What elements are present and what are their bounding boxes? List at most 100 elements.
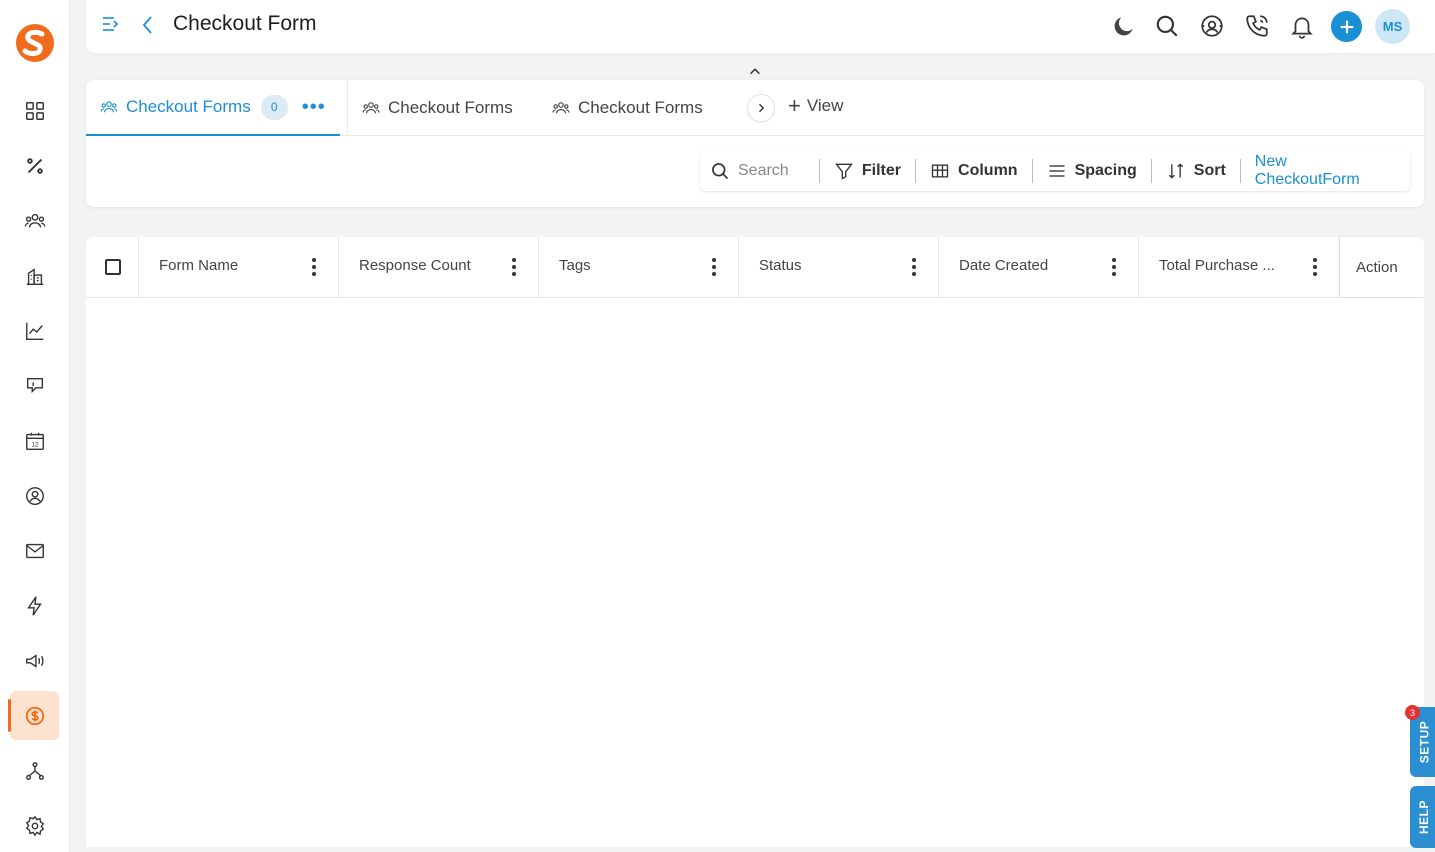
svg-text:12: 12 [31,441,39,448]
back-chevron-icon[interactable] [138,14,158,36]
column-menu-icon[interactable] [512,257,516,277]
tab-label: Checkout Forms [388,98,513,117]
column-header-tags[interactable]: Tags [539,237,739,297]
tab-checkout-forms-2[interactable]: Checkout Forms [362,80,513,136]
menu-toggle-icon[interactable] [100,14,120,34]
notification-bell-icon[interactable] [1286,10,1318,42]
column-header-form-name[interactable]: Form Name [139,237,339,297]
tab-label: Checkout Forms [578,98,703,117]
dashboard-grid-icon [25,101,44,120]
mail-icon [25,543,44,558]
sidebar-item-payments[interactable] [8,691,59,740]
column-menu-icon[interactable] [1112,257,1116,277]
sidebar-item-automation[interactable] [10,581,59,630]
tabs-next-button[interactable] [747,94,775,122]
megaphone-icon [25,653,43,668]
top-header: Checkout Form MS [86,0,1435,53]
sidebar-item-companies[interactable] [10,251,59,300]
sidebar-item-mail[interactable] [10,526,59,575]
setup-label: SETUP [1417,720,1432,764]
search-icon [712,163,729,180]
sidebar-item-marketing[interactable] [10,636,59,685]
line-chart-icon [25,322,43,340]
chevron-up-icon [750,68,760,75]
select-all-cell [86,237,139,297]
more-options-icon[interactable]: ••• [302,97,326,117]
column-label: Date Created [959,257,1049,274]
sidebar-item-contacts[interactable] [10,196,59,245]
percent-icon [26,157,43,174]
table-toolbar: Search Filter Column Spacing Sort New Ch… [700,151,1410,191]
page-title: Checkout Form [173,12,317,35]
tab-checkout-forms-3[interactable]: Checkout Forms [552,80,703,136]
chat-thumb-icon [26,377,43,393]
column-menu-icon[interactable] [712,257,716,277]
view-card: Checkout Forms 0 ••• Checkout Forms Chec… [86,80,1424,207]
help-tab-button[interactable]: HELP [1410,786,1435,848]
column-label: Action [1356,259,1398,276]
table-header: Form Name Response Count Tags Status Dat… [86,237,1424,298]
user-circle-icon [25,486,44,505]
column-label: Response Count [359,257,471,274]
phone-call-icon[interactable] [1241,10,1273,42]
column-label: Status [759,257,802,274]
spacing-lines-icon [1049,165,1065,177]
lightning-icon [26,595,42,616]
sidebar-item-feedback[interactable] [10,361,59,410]
search-icon[interactable] [1151,10,1183,42]
calendar-icon: 12 [25,432,44,450]
app-logo[interactable] [14,22,56,64]
column-button[interactable]: Column [916,159,1033,183]
new-checkout-form-button[interactable]: New CheckoutForm [1241,153,1410,188]
avatar[interactable]: MS [1375,9,1410,44]
column-header-total-purchase[interactable]: Total Purchase ... [1139,237,1340,297]
sidebar: 12 [0,0,70,852]
search-placeholder: Search [738,162,789,179]
filter-label: Filter [861,162,902,179]
dark-mode-icon[interactable] [1108,10,1140,42]
add-new-button[interactable] [1331,11,1362,42]
sidebar-item-profile[interactable] [10,471,59,520]
add-view-label: View [806,96,844,115]
plus-icon [1340,20,1353,33]
select-all-checkbox[interactable] [105,259,121,275]
sidebar-item-settings[interactable] [10,801,59,850]
column-menu-icon[interactable] [1313,257,1317,277]
column-header-date-created[interactable]: Date Created [939,237,1139,297]
add-view-button[interactable]: + View [788,93,844,118]
column-menu-icon[interactable] [312,257,316,277]
filter-icon [835,163,853,180]
tab-divider [347,80,348,134]
support-agent-icon[interactable] [1196,10,1228,42]
sidebar-item-offers[interactable] [10,141,59,190]
columns-icon [931,164,949,178]
setup-notification-badge: 3 [1405,705,1420,720]
users-icon [100,101,118,113]
sidebar-item-dashboard[interactable] [10,86,59,135]
chevron-right-icon [759,103,765,113]
column-label: Column [958,162,1018,179]
plus-icon: + [788,93,801,118]
column-header-response-count[interactable]: Response Count [339,237,539,297]
building-icon [26,267,43,285]
view-tabs: Checkout Forms 0 ••• Checkout Forms Chec… [86,80,1424,136]
dollar-circle-icon [25,706,44,725]
spacing-label: Spacing [1074,162,1137,179]
column-header-action: Action [1340,237,1424,297]
users-icon [362,102,380,114]
column-menu-icon[interactable] [912,257,916,277]
search-input[interactable]: Search [700,159,820,183]
column-header-status[interactable]: Status [739,237,939,297]
sort-button[interactable]: Sort [1152,159,1241,183]
column-label: Total Purchase ... [1159,257,1275,274]
tab-count-badge: 0 [260,94,288,120]
users-icon [552,102,570,114]
sidebar-item-calendar[interactable]: 12 [10,416,59,465]
spacing-button[interactable]: Spacing [1033,159,1152,183]
filter-button[interactable]: Filter [820,159,917,183]
users-icon [24,213,45,227]
sidebar-item-reports[interactable] [10,306,59,355]
sidebar-item-workflow[interactable] [10,746,59,795]
tab-checkout-forms-1[interactable]: Checkout Forms 0 ••• [86,80,340,136]
settings-gear-icon [25,815,44,836]
